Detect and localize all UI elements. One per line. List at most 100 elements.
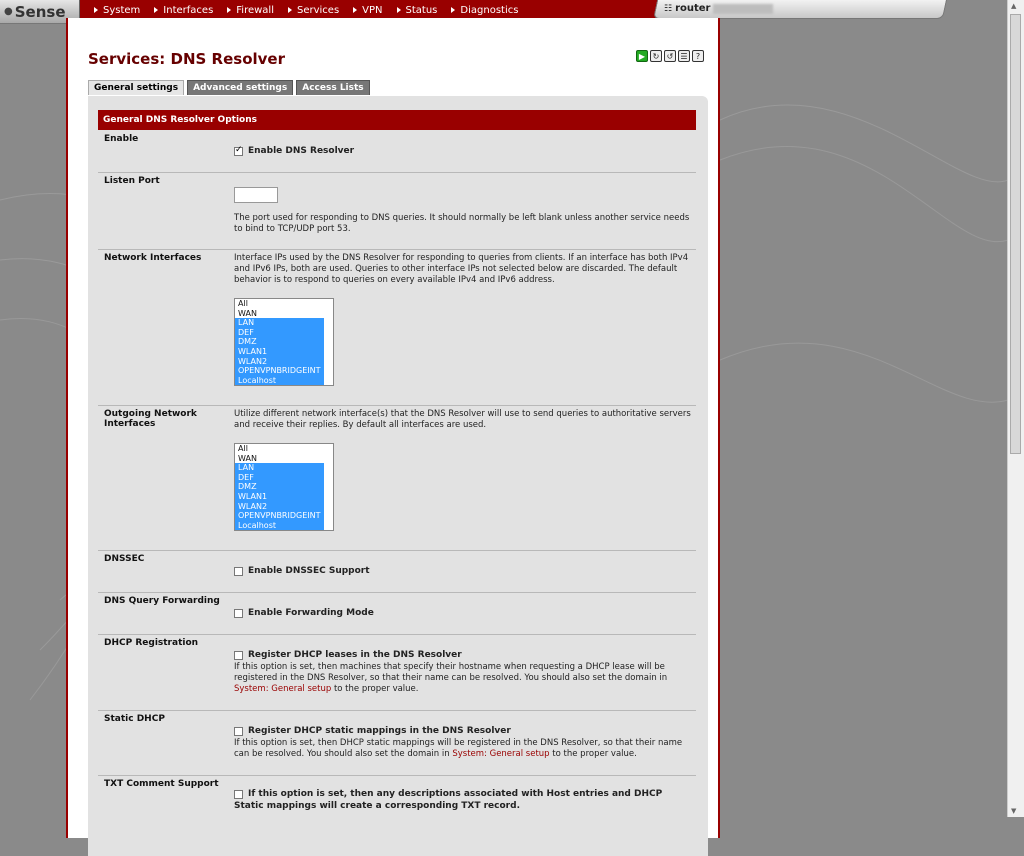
hostname: ☷ router: [664, 3, 773, 14]
outgoing-interfaces-description: Utilize different network interface(s) t…: [234, 409, 691, 430]
row-enable: Enable Enable DNS Resolver: [98, 130, 696, 173]
row-label: Outgoing Network Interfaces: [104, 409, 197, 429]
network-icon: ☷: [664, 3, 673, 14]
row-network-interfaces: Network Interfaces Interface IPs used by…: [98, 249, 696, 406]
field: The port used for responding to DNS quer…: [234, 187, 694, 235]
option-def[interactable]: DEF: [235, 327, 324, 338]
enable-checkbox-label: Enable DNS Resolver: [248, 146, 355, 156]
listen-port-description: The port used for responding to DNS quer…: [234, 212, 690, 234]
option-localhost[interactable]: Localhost: [235, 375, 324, 385]
option-wlan1[interactable]: WLAN1: [235, 491, 324, 502]
static-dhcp-checkbox-label: Register DHCP static mappings in the DNS…: [248, 726, 511, 736]
page-container: Services: DNS Resolver ▶ ↻ ↺ ☰ ? General…: [66, 18, 720, 856]
row-label: Listen Port: [104, 176, 160, 186]
general-setup-link[interactable]: System: General setup: [234, 684, 331, 694]
row-txt-comment: TXT Comment Support If this option is se…: [98, 775, 696, 835]
option-lan[interactable]: LAN: [235, 463, 324, 473]
triangle-icon: [353, 7, 358, 13]
outgoing-interfaces-select[interactable]: All WAN LAN DEF DMZ WLAN1 WLAN2 OPENVPNB…: [234, 443, 334, 531]
page-title: Services: DNS Resolver: [88, 50, 285, 68]
option-all[interactable]: All: [235, 299, 324, 309]
field: If this option is set, then any descript…: [234, 789, 694, 813]
option-def[interactable]: DEF: [235, 472, 324, 483]
field: Enable Forwarding Mode: [234, 608, 694, 620]
triangle-icon: [227, 7, 232, 13]
option-dmz[interactable]: DMZ: [235, 482, 324, 492]
logo-icon: ●: [4, 6, 13, 17]
row-label: DNSSEC: [104, 554, 145, 564]
listen-port-input[interactable]: [234, 187, 278, 203]
row-static-dhcp: Static DHCP Register DHCP static mapping…: [98, 710, 696, 776]
dnssec-checkbox[interactable]: [234, 567, 243, 576]
forwarding-checkbox[interactable]: [234, 609, 243, 618]
dhcp-registration-description: If this option is set, then machines tha…: [234, 662, 668, 694]
row-label: Network Interfaces: [104, 253, 202, 263]
triangle-icon: [154, 7, 159, 13]
option-dmz[interactable]: DMZ: [235, 337, 324, 347]
option-wlan1[interactable]: WLAN1: [235, 346, 324, 357]
row-dhcp-registration: DHCP Registration Register DHCP leases i…: [98, 634, 696, 711]
field: Register DHCP leases in the DNS Resolver…: [234, 650, 694, 695]
field: Register DHCP static mappings in the DNS…: [234, 726, 694, 760]
row-outgoing-interfaces: Outgoing Network Interfaces Utilize diff…: [98, 405, 696, 551]
static-dhcp-description: If this option is set, then DHCP static …: [234, 738, 683, 759]
log-icon[interactable]: ↺: [664, 50, 676, 62]
option-localhost[interactable]: Localhost: [235, 520, 324, 530]
row-label: Static DHCP: [104, 714, 165, 724]
triangle-icon: [94, 7, 98, 13]
menu-status[interactable]: Status: [396, 5, 437, 16]
enable-checkbox[interactable]: [234, 145, 243, 156]
row-label: DNS Query Forwarding: [104, 596, 220, 606]
option-wlan2[interactable]: WLAN2: [235, 356, 324, 367]
triangle-icon: [288, 7, 292, 13]
restart-icon[interactable]: ↻: [650, 50, 662, 62]
row-label: TXT Comment Support: [104, 779, 219, 789]
section-title: General DNS Resolver Options: [98, 110, 696, 130]
dhcp-registration-checkbox-label: Register DHCP leases in the DNS Resolver: [248, 650, 462, 660]
dhcp-registration-checkbox[interactable]: [234, 651, 243, 660]
row-label: DHCP Registration: [104, 638, 199, 648]
row-label: Enable: [104, 134, 139, 144]
network-interfaces-select[interactable]: All WAN LAN DEF DMZ WLAN1 WLAN2 OPENVPNB…: [234, 298, 334, 386]
list-icon[interactable]: ☰: [678, 50, 690, 62]
option-all[interactable]: All: [235, 444, 324, 454]
vertical-scrollbar[interactable]: ▲ ▼: [1007, 0, 1024, 817]
menu-vpn[interactable]: VPN: [353, 5, 383, 16]
row-listen-port: Listen Port The port used for responding…: [98, 172, 696, 250]
tab-advanced-settings[interactable]: Advanced settings: [187, 80, 294, 95]
dnssec-checkbox-label: Enable DNSSEC Support: [248, 566, 370, 576]
option-wlan2[interactable]: WLAN2: [235, 501, 324, 512]
field: Enable DNS Resolver: [234, 145, 694, 158]
triangle-icon: [451, 7, 456, 13]
settings-panel: General DNS Resolver Options Enable Enab…: [88, 96, 708, 856]
menu-diagnostics[interactable]: Diagnostics: [451, 5, 518, 16]
option-wan[interactable]: WAN: [235, 454, 324, 464]
scrollbar-thumb[interactable]: [1010, 14, 1021, 454]
menu-firewall[interactable]: Firewall: [227, 5, 274, 16]
option-wan[interactable]: WAN: [235, 309, 324, 319]
static-dhcp-checkbox[interactable]: [234, 727, 243, 736]
tab-access-lists[interactable]: Access Lists: [296, 80, 370, 95]
option-lan[interactable]: LAN: [235, 318, 324, 328]
option-openvpnbridgeint[interactable]: OPENVPNBRIDGEINT: [235, 366, 324, 376]
row-forwarding: DNS Query Forwarding Enable Forwarding M…: [98, 592, 696, 635]
menu-services[interactable]: Services: [288, 5, 339, 16]
scroll-up-icon[interactable]: ▲: [1011, 2, 1016, 10]
txt-comment-checkbox[interactable]: [234, 790, 243, 799]
redacted-hostname: [712, 3, 773, 14]
field: Enable DNSSEC Support: [234, 566, 694, 578]
field: Utilize different network interface(s) t…: [234, 409, 694, 531]
general-setup-link[interactable]: System: General setup: [452, 749, 549, 759]
help-icon[interactable]: ?: [692, 50, 704, 62]
scroll-down-icon[interactable]: ▼: [1011, 807, 1016, 815]
txt-comment-checkbox-label: If this option is set, then any descript…: [234, 789, 663, 811]
play-icon[interactable]: ▶: [636, 50, 648, 62]
option-openvpnbridgeint[interactable]: OPENVPNBRIDGEINT: [235, 511, 324, 521]
menu-interfaces[interactable]: Interfaces: [154, 5, 213, 16]
tab-general-settings[interactable]: General settings: [88, 80, 185, 95]
forwarding-checkbox-label: Enable Forwarding Mode: [248, 608, 374, 618]
triangle-icon: [396, 7, 401, 13]
network-interfaces-description: Interface IPs used by the DNS Resolver f…: [234, 253, 689, 285]
menu-system[interactable]: System: [94, 5, 140, 16]
field: Interface IPs used by the DNS Resolver f…: [234, 253, 694, 386]
